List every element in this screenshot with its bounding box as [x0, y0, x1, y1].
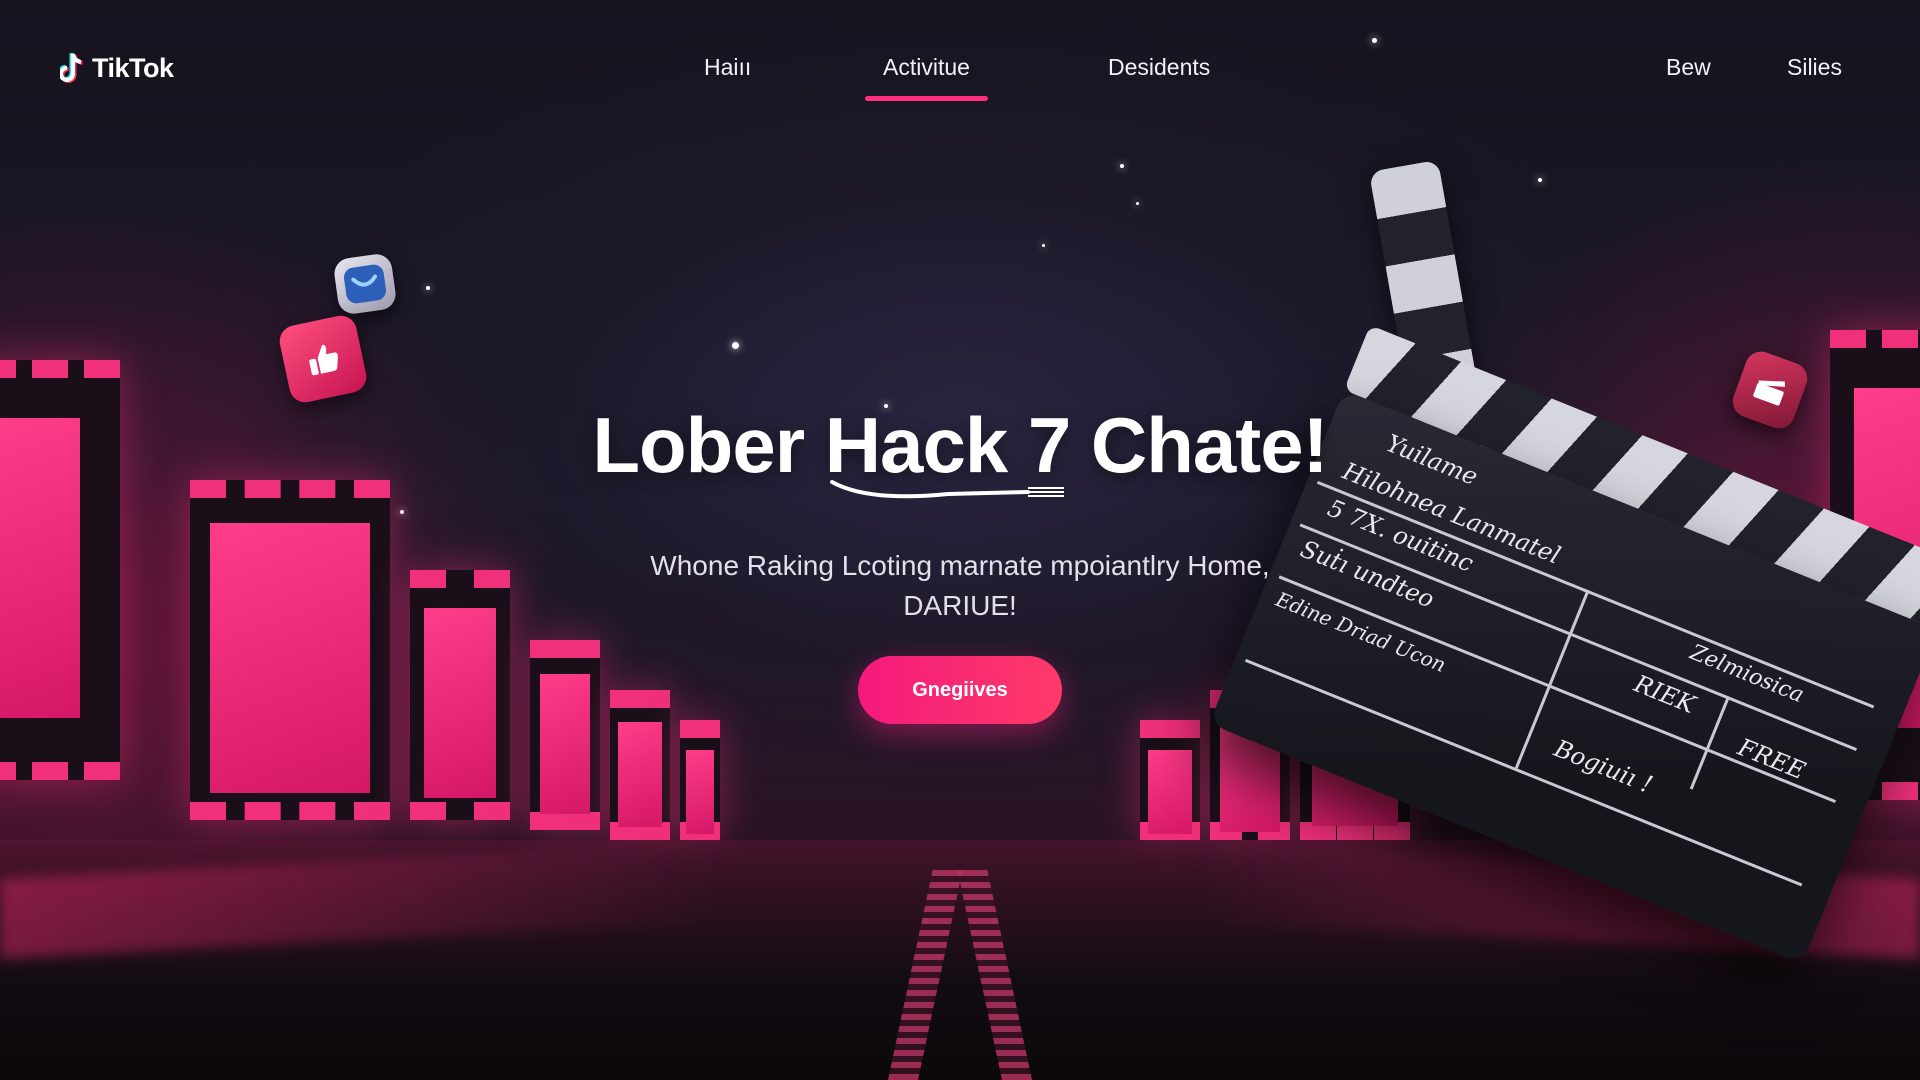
film-frame [540, 674, 590, 814]
star-decoration [1136, 202, 1139, 205]
star-decoration [1120, 164, 1124, 168]
hero-scene: Yuilame Hilohnea Lanmatel 5 7X. ouitinc … [0, 0, 1920, 1080]
brand-logo[interactable]: TikTok [57, 52, 174, 84]
film-strip-left [410, 570, 510, 820]
nav-item-silies[interactable]: Silies [1787, 54, 1842, 81]
nav-item-desidents[interactable]: Desidents [1108, 54, 1210, 81]
star-decoration [732, 342, 739, 349]
tiktok-note-icon [57, 52, 86, 84]
film-frame [686, 750, 714, 834]
star-decoration [1042, 244, 1045, 247]
cta-button[interactable]: Gnegiives [858, 656, 1062, 724]
star-decoration [400, 510, 404, 514]
star-decoration [1538, 178, 1542, 182]
hero-subtitle: Whone Raking Lcoting marnate mpoiantlry … [560, 546, 1360, 626]
film-strip-left [530, 640, 600, 830]
top-nav: TikTok Haiıı Activitue Desidents Bew Sil… [0, 0, 1920, 110]
hero-subtitle-line: DARIUE! [903, 590, 1017, 621]
nav-item-haiii[interactable]: Haiıı [704, 54, 751, 81]
nav-item-bew[interactable]: Bew [1666, 54, 1711, 81]
hero-subtitle-line: Whone Raking Lcoting marnate mpoiantlry … [650, 550, 1270, 581]
film-strip-left [190, 480, 390, 820]
film-frame [1148, 750, 1192, 834]
film-strip-right [1140, 720, 1200, 840]
film-frame [210, 523, 370, 793]
star-decoration [426, 286, 430, 290]
film-strip-left [610, 690, 670, 840]
brand-name: TikTok [92, 52, 174, 83]
title-swoosh-underline [830, 480, 1064, 499]
film-frame [618, 722, 662, 827]
nav-item-activitue[interactable]: Activitue [865, 54, 988, 101]
film-frame [424, 608, 496, 798]
thumbs-up-icon [276, 312, 370, 406]
film-strip-left [680, 720, 720, 840]
chat-bubble-icon [332, 252, 398, 316]
clapper-text: RIEK [1630, 669, 1700, 720]
